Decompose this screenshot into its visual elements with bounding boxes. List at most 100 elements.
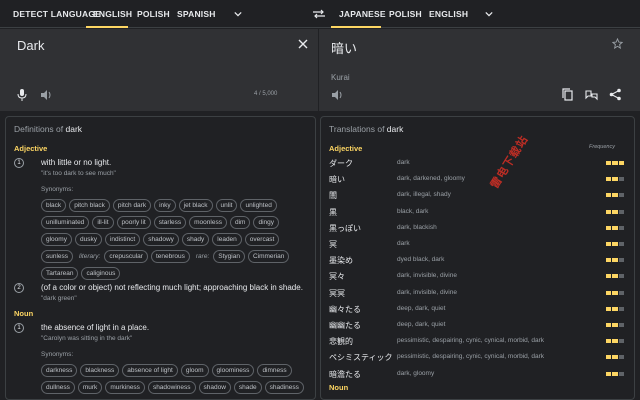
swap-icon[interactable]	[312, 9, 326, 19]
frequency-bar	[606, 274, 624, 279]
register-label: literary:	[79, 253, 101, 260]
synonym-chip[interactable]: black	[41, 199, 67, 212]
synonym-chip[interactable]: poorly lit	[116, 216, 151, 229]
translation-word[interactable]: ペシミスティック	[329, 352, 393, 363]
translation-row: 暗澹たる dark, gloomy	[329, 367, 625, 383]
synonym-chip[interactable]: Tartarean	[41, 267, 79, 280]
synonym-chip[interactable]: blackness	[80, 364, 120, 377]
synonym-chip[interactable]: murk	[77, 381, 103, 394]
translation-synonyms: dark, illegal, shady	[397, 191, 451, 199]
synonym-chip[interactable]: Cimmerian	[247, 250, 290, 263]
definitions-title: Definitions of dark	[14, 124, 83, 134]
synonym-chip[interactable]: dusky	[74, 233, 102, 246]
translation-word[interactable]: 幽幽たる	[329, 320, 361, 331]
translation-row: 冥冥 dark, invisible, divine	[329, 286, 625, 302]
translation-word[interactable]: 暗澹たる	[329, 369, 361, 380]
close-icon[interactable]	[298, 39, 308, 49]
target-text: 暗い	[331, 41, 358, 56]
synonym-chip[interactable]: dimness	[257, 364, 292, 377]
synonym-chip[interactable]: gloomy	[41, 233, 72, 246]
translation-word[interactable]: 冥冥	[329, 288, 345, 299]
frequency-bar	[606, 306, 624, 311]
synonym-chip[interactable]: overcast	[244, 233, 280, 246]
definition-example: "Carolyn was sitting in the dark"	[41, 335, 133, 342]
synonym-chip[interactable]: dim	[229, 216, 251, 229]
speaker-icon[interactable]	[40, 89, 52, 101]
synonym-chip[interactable]: ill-lit	[92, 216, 114, 229]
synonym-chip[interactable]: sunless	[41, 250, 74, 263]
register-label: rare:	[195, 253, 210, 260]
lang-target-english[interactable]: ENGLISH	[429, 0, 468, 28]
adjective-synonyms: black pitch black pitch dark inky jet black u…	[41, 199, 311, 280]
synonym-chip[interactable]: unilluminated	[41, 216, 90, 229]
synonym-chip[interactable]: shadow	[198, 381, 231, 394]
lang-source-spanish[interactable]: SPANISH	[177, 0, 216, 28]
synonym-chip[interactable]: inky	[154, 199, 176, 212]
translation-word[interactable]: 墨染め	[329, 255, 353, 266]
source-text[interactable]: Dark	[17, 38, 44, 53]
synonym-chip[interactable]: shadiness	[264, 381, 304, 394]
synonym-chip[interactable]: moonless	[189, 216, 227, 229]
synonym-chip[interactable]: absence of light	[122, 364, 178, 377]
synonym-chip[interactable]: caliginous	[81, 267, 121, 280]
synonym-chip[interactable]: unlighted	[240, 199, 277, 212]
translation-synonyms: dark	[397, 240, 410, 247]
synonym-chip[interactable]: pitch black	[69, 199, 110, 212]
lang-target-polish[interactable]: POLISH	[389, 0, 422, 28]
lang-detect[interactable]: DETECT LANGUAGE	[13, 0, 101, 28]
star-icon[interactable]	[612, 38, 623, 49]
translation-synonyms: dark, invisible, divine	[397, 272, 457, 280]
translation-word[interactable]: 暗い	[329, 174, 345, 185]
synonym-chip[interactable]: pitch dark	[112, 199, 152, 212]
synonym-chip[interactable]: leaden	[212, 233, 242, 246]
translation-word[interactable]: 幽々たる	[329, 304, 361, 315]
synonym-chip[interactable]: unlit	[215, 199, 238, 212]
lang-source-english[interactable]: ENGLISH	[93, 0, 132, 28]
frequency-bar	[606, 177, 624, 182]
translation-word[interactable]: 黒	[329, 207, 337, 218]
translation-synonyms: black, dark	[397, 207, 429, 215]
translation-word[interactable]: ダーク	[329, 158, 353, 169]
translation-word[interactable]: 冥	[329, 239, 337, 250]
chevron-down-icon[interactable]	[234, 10, 242, 18]
synonym-chip[interactable]: jet black	[178, 199, 213, 212]
translation-synonyms: pessimistic, despairing, cynic, cynical,…	[397, 337, 545, 345]
translation-row: 冥々 dark, invisible, divine	[329, 269, 625, 285]
synonym-chip[interactable]: shadowiness	[147, 381, 196, 394]
synonym-chip[interactable]: darkness	[41, 364, 78, 377]
lang-source-polish[interactable]: POLISH	[137, 0, 170, 28]
speaker-icon[interactable]	[331, 89, 343, 101]
mic-icon[interactable]	[17, 89, 27, 101]
noun-label: Noun	[329, 383, 349, 392]
synonym-chip[interactable]: indistinct	[104, 233, 141, 246]
synonym-chip[interactable]: shade	[233, 381, 262, 394]
translation-row: 黒っぽい dark, blackish	[329, 221, 625, 237]
translation-row: 悲観的 pessimistic, despairing, cynic, cynic…	[329, 334, 625, 350]
synonym-chip[interactable]: crepuscular	[104, 250, 148, 263]
synonym-chip[interactable]: gloominess	[211, 364, 255, 377]
synonym-chip[interactable]: dingy	[253, 216, 279, 229]
lang-target-japanese[interactable]: JAPANESE	[339, 0, 386, 28]
synonym-chip[interactable]: tenebrous	[150, 250, 190, 263]
feedback-icon[interactable]	[585, 89, 598, 101]
synonym-chip[interactable]: shady	[181, 233, 210, 246]
translation-word[interactable]: 冥々	[329, 271, 345, 282]
translation-row: 幽幽たる deep, dark, quiet	[329, 318, 625, 334]
translation-synonyms: pessimistic, despairing, cynic, cynical,…	[397, 353, 545, 361]
share-icon[interactable]	[609, 88, 621, 101]
copy-icon[interactable]	[562, 88, 573, 101]
translation-row: ペシミスティック pessimistic, despairing, cynic, …	[329, 350, 625, 366]
chevron-down-icon[interactable]	[485, 10, 493, 18]
synonym-chip[interactable]: gloom	[180, 364, 209, 377]
synonym-chip[interactable]: shadowy	[143, 233, 179, 246]
translation-word[interactable]: 悲観的	[329, 336, 353, 347]
definition-text: with little or no light.	[41, 158, 112, 167]
definition-number: 1	[14, 158, 24, 168]
synonym-chip[interactable]: murkiness	[105, 381, 145, 394]
frequency-bar	[606, 290, 624, 295]
synonym-chip[interactable]: starless	[153, 216, 187, 229]
synonym-chip[interactable]: Stygian	[213, 250, 245, 263]
synonym-chip[interactable]: dullness	[41, 381, 75, 394]
translation-word[interactable]: 黒っぽい	[329, 223, 361, 234]
translation-word[interactable]: 闇	[329, 190, 337, 201]
